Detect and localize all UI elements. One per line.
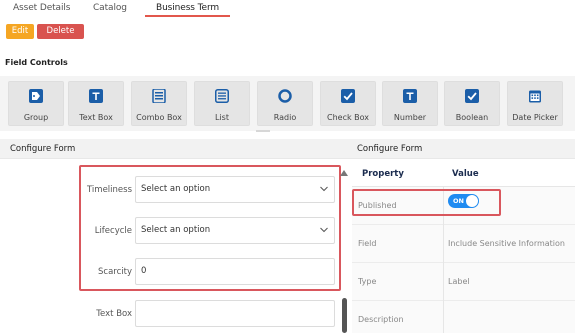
timeliness-value: Select an option [141,184,211,194]
property-cell: Description [358,315,404,324]
control-label: Boolean [455,113,489,122]
tab-catalog[interactable]: Catalog [93,3,127,13]
boolean-icon [465,89,479,103]
control-combo-box[interactable]: Combo Box [131,81,187,126]
control-label: Radio [273,113,297,122]
control-group[interactable]: Group [8,81,64,126]
active-tab-indicator [145,15,230,17]
chevron-down-icon [320,227,328,233]
controls-scrollbar[interactable] [256,130,270,132]
tab-bar: Asset Details Catalog Business Term [0,0,575,20]
tab-business-term[interactable]: Business Term [156,3,219,13]
configure-form-header [0,139,575,159]
chevron-down-icon [320,186,328,192]
calendar-icon [529,90,541,103]
form-row-lifecycle: Lifecycle Select an option [0,217,340,247]
tag-icon [29,89,43,103]
control-number[interactable]: Number [382,81,438,126]
timeliness-label: Timeliness [87,185,132,195]
control-label: Text Box [79,113,113,122]
lifecycle-select[interactable]: Select an option [135,217,335,244]
published-toggle[interactable]: ON [448,194,479,208]
timeliness-select[interactable]: Select an option [135,176,335,203]
control-label: Group [23,113,49,122]
control-label: List [215,113,229,122]
form-row-timeliness: Timeliness Select an option [0,176,340,206]
form-row-scarcity: Scarcity 0 [0,258,340,288]
number-icon [403,89,417,103]
property-table-header: Property Value [352,159,575,187]
edit-button[interactable]: Edit [6,24,34,39]
column-divider [443,187,444,333]
toggle-state-label: ON [453,197,464,205]
delete-button[interactable]: Delete [37,24,84,39]
control-label: Number [393,113,427,122]
control-radio[interactable]: Radio [257,81,313,126]
table-row: Field Include Sensitive Information [352,225,575,263]
control-list[interactable]: List [194,81,250,126]
scarcity-input[interactable]: 0 [135,258,335,285]
table-row: Description [352,301,575,333]
control-label: Combo Box [136,113,182,122]
value-cell: Label [448,277,470,286]
configure-form-right-title: Configure Form [357,144,423,154]
control-text-box[interactable]: Text Box [68,81,124,126]
property-cell: Field [358,239,377,248]
form-scrollbar-thumb[interactable] [342,298,347,333]
field-controls-title: Field Controls [5,58,68,67]
lifecycle-value: Select an option [141,225,211,235]
control-boolean[interactable]: Boolean [444,81,500,126]
control-label: Date Picker [512,113,558,122]
control-date-picker[interactable]: Date Picker [507,81,563,126]
toggle-knob [466,195,478,207]
scroll-up-arrow-icon[interactable] [340,170,348,176]
table-row: Type Label [352,263,575,301]
checkbox-icon [341,89,355,103]
property-column-header: Property [362,169,404,179]
value-cell: Include Sensitive Information [448,239,565,248]
radio-icon [278,89,292,103]
text-box-label: Text Box [96,309,132,319]
scarcity-label: Scarcity [98,267,132,277]
text-box-icon [89,89,103,103]
list-icon [215,89,229,103]
control-label: Check Box [326,113,370,122]
lifecycle-label: Lifecycle [94,226,132,236]
tab-asset-details[interactable]: Asset Details [13,3,70,13]
value-column-header: Value [452,169,479,179]
control-check-box[interactable]: Check Box [320,81,376,126]
property-cell: Published [358,201,397,210]
scarcity-value: 0 [141,266,147,276]
property-cell: Type [358,277,377,286]
form-row-text-box: Text Box [0,300,340,330]
text-box-input[interactable] [135,300,335,327]
combo-box-icon [152,89,166,103]
configure-form-left-title: Configure Form [10,144,76,154]
